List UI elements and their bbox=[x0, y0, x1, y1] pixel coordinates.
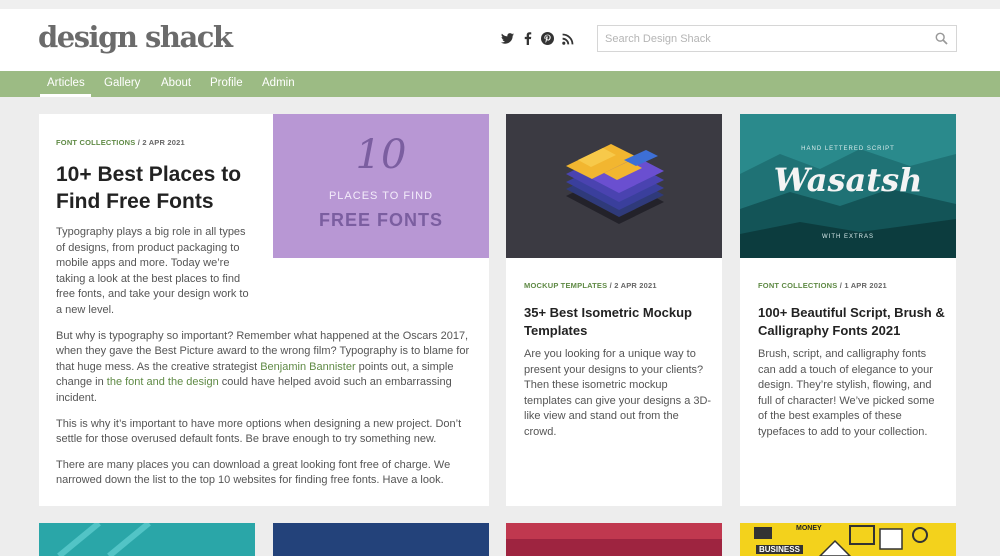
benjamin-bannister-link[interactable]: Benjamin Bannister bbox=[260, 361, 355, 373]
category-link[interactable]: MOCKUP TEMPLATES bbox=[524, 281, 607, 290]
article-excerpt: Are you looking for a unique way to pres… bbox=[524, 348, 712, 438]
search-input[interactable] bbox=[598, 26, 918, 51]
bottom-thumbnail-1[interactable] bbox=[39, 520, 255, 556]
top-strip bbox=[0, 0, 1000, 9]
featured-date: / 2 APR 2021 bbox=[137, 138, 185, 147]
image-title-text: Wasatsh bbox=[773, 161, 923, 199]
category-link[interactable]: FONT COLLECTIONS bbox=[758, 281, 837, 290]
active-nav-indicator bbox=[40, 94, 91, 97]
featured-article-body: Typography plays a big role in all types… bbox=[56, 225, 474, 499]
image-top-text: HAND LETTERED SCRIPT bbox=[801, 146, 895, 152]
featured-image-line1: PLACES TO FIND bbox=[328, 190, 434, 202]
main-nav: Articles Gallery About Profile Admin bbox=[0, 71, 1000, 97]
nav-item-gallery[interactable]: Gallery bbox=[104, 77, 140, 89]
image-bottom-text: WITH EXTRAS bbox=[821, 234, 874, 240]
site-logo[interactable]: design shack bbox=[38, 20, 233, 54]
nav-item-profile[interactable]: Profile bbox=[210, 77, 243, 89]
featured-category-link[interactable]: FONT COLLECTIONS bbox=[56, 138, 135, 147]
article-card-isometric-mockups[interactable]: MOCKUP TEMPLATES / 2 APR 2021 35+ Best I… bbox=[506, 114, 722, 506]
facebook-icon[interactable] bbox=[521, 32, 534, 45]
isometric-mockup-illustration bbox=[566, 144, 664, 224]
nav-item-articles[interactable]: Articles bbox=[47, 77, 85, 89]
article-thumbnail[interactable]: HAND LETTERED SCRIPT Wasatsh WITH EXTRAS bbox=[740, 114, 956, 258]
nav-item-admin[interactable]: Admin bbox=[262, 77, 295, 89]
pinterest-icon[interactable] bbox=[541, 32, 554, 45]
featured-article-title[interactable]: 10+ Best Places to Find Free Fonts bbox=[56, 161, 261, 215]
search-box bbox=[597, 25, 957, 52]
featured-paragraph-1: Typography plays a big role in all types… bbox=[56, 226, 249, 316]
article-date: / 2 APR 2021 bbox=[609, 281, 657, 290]
article-excerpt: Brush, script, and calligraphy fonts can… bbox=[758, 348, 935, 438]
social-links bbox=[501, 32, 574, 45]
red-gradient bbox=[506, 523, 722, 556]
article-meta: MOCKUP TEMPLATES / 2 APR 2021 bbox=[524, 281, 657, 290]
featured-article-meta: FONT COLLECTIONS / 2 APR 2021 bbox=[56, 138, 185, 147]
featured-paragraph-4: There are many places you can download a… bbox=[56, 458, 451, 487]
article-title[interactable]: 35+ Best Isometric Mockup Templates bbox=[524, 304, 714, 340]
featured-paragraph-2: But why is typography so important? Reme… bbox=[56, 329, 474, 407]
article-date: / 1 APR 2021 bbox=[839, 281, 887, 290]
article-title[interactable]: 100+ Beautiful Script, Brush & Calligrap… bbox=[758, 304, 948, 340]
twitter-icon[interactable] bbox=[501, 32, 514, 45]
business-label: BUSINESS bbox=[756, 545, 803, 554]
bottom-thumbnail-3[interactable] bbox=[506, 523, 722, 556]
float-spacer bbox=[254, 225, 474, 290]
featured-article-card[interactable]: 10 PLACES TO FIND FREE FONTS FONT COLLEC… bbox=[39, 114, 489, 506]
featured-image-number: 10 bbox=[355, 132, 407, 178]
article-thumbnail[interactable] bbox=[506, 114, 722, 258]
search-icon[interactable] bbox=[935, 32, 948, 45]
article-meta: FONT COLLECTIONS / 1 APR 2021 bbox=[758, 281, 887, 290]
bottom-thumbnail-2[interactable] bbox=[273, 523, 489, 556]
font-and-design-link[interactable]: the font and the design bbox=[107, 376, 219, 388]
article-card-script-fonts[interactable]: HAND LETTERED SCRIPT Wasatsh WITH EXTRAS… bbox=[740, 114, 956, 506]
site-header: design shack bbox=[0, 9, 1000, 71]
nav-item-about[interactable]: About bbox=[161, 77, 191, 89]
featured-paragraph-3: This is why it’s important to have more … bbox=[56, 417, 462, 446]
teal-pattern bbox=[57, 520, 151, 556]
rss-icon[interactable] bbox=[561, 32, 574, 45]
money-label: MONEY bbox=[796, 525, 822, 532]
bottom-thumbnail-4[interactable]: MONEY BUSINESS bbox=[740, 523, 956, 556]
